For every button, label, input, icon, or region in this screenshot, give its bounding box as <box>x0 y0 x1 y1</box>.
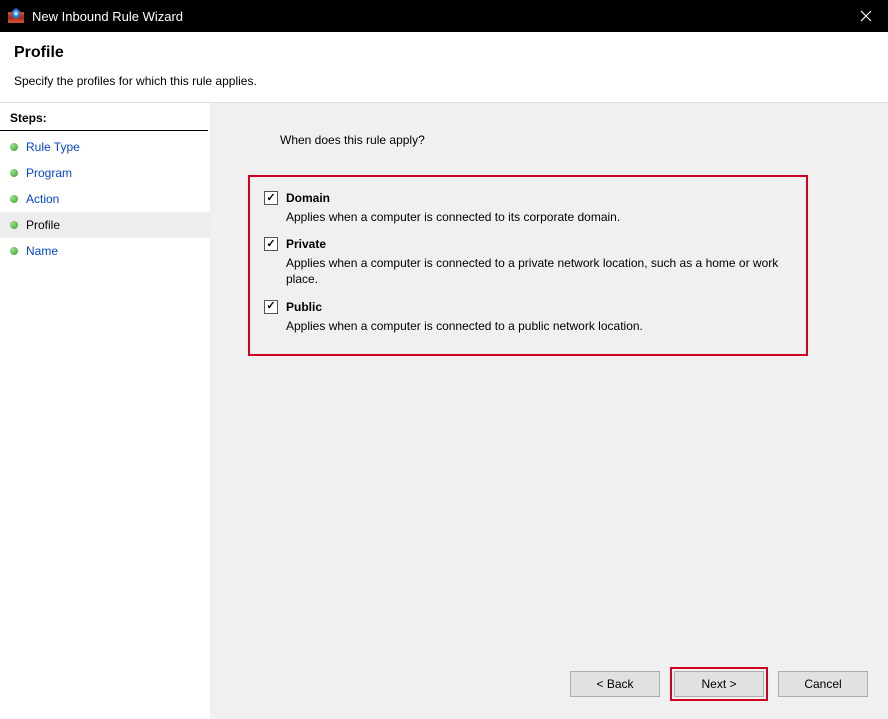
option-domain: Domain Applies when a computer is connec… <box>264 191 792 225</box>
option-label: Public <box>286 300 322 314</box>
next-highlight: Next > <box>670 667 768 701</box>
step-label: Name <box>26 244 58 258</box>
titlebar: New Inbound Rule Wizard <box>0 0 888 32</box>
page-subtitle: Specify the profiles for which this rule… <box>14 74 874 88</box>
bullet-icon <box>10 247 18 255</box>
steps-sidebar: Steps: Rule Type Program Action Profile … <box>0 103 210 719</box>
step-label: Program <box>26 166 72 180</box>
step-program[interactable]: Program <box>0 160 210 186</box>
steps-heading: Steps: <box>0 107 208 131</box>
option-label: Private <box>286 237 326 251</box>
firewall-icon <box>8 8 24 24</box>
option-desc: Applies when a computer is connected to … <box>286 318 792 334</box>
checkbox-private[interactable] <box>264 237 278 251</box>
checkbox-domain[interactable] <box>264 191 278 205</box>
window-title: New Inbound Rule Wizard <box>32 9 183 24</box>
option-label: Domain <box>286 191 330 205</box>
step-label: Rule Type <box>26 140 80 154</box>
step-action[interactable]: Action <box>0 186 210 212</box>
page-title: Profile <box>14 44 874 62</box>
bullet-icon <box>10 143 18 151</box>
cancel-button[interactable]: Cancel <box>778 671 868 697</box>
next-button[interactable]: Next > <box>674 671 764 697</box>
step-label: Action <box>26 192 59 206</box>
step-profile[interactable]: Profile <box>0 212 210 238</box>
wizard-footer: < Back Next > Cancel <box>570 667 868 701</box>
option-desc: Applies when a computer is connected to … <box>286 255 792 287</box>
step-label: Profile <box>26 218 60 232</box>
close-button[interactable] <box>846 0 886 32</box>
bullet-icon <box>10 221 18 229</box>
option-private: Private Applies when a computer is conne… <box>264 237 792 287</box>
option-public: Public Applies when a computer is connec… <box>264 300 792 334</box>
wizard-header: Profile Specify the profiles for which t… <box>0 32 888 103</box>
options-highlight: Domain Applies when a computer is connec… <box>248 175 808 356</box>
bullet-icon <box>10 169 18 177</box>
step-rule-type[interactable]: Rule Type <box>0 134 210 160</box>
main-panel: When does this rule apply? Domain Applie… <box>210 103 888 719</box>
wizard-body: Steps: Rule Type Program Action Profile … <box>0 103 888 719</box>
bullet-icon <box>10 195 18 203</box>
checkbox-public[interactable] <box>264 300 278 314</box>
option-desc: Applies when a computer is connected to … <box>286 209 792 225</box>
back-button[interactable]: < Back <box>570 671 660 697</box>
step-name[interactable]: Name <box>0 238 210 264</box>
question-text: When does this rule apply? <box>280 133 858 147</box>
